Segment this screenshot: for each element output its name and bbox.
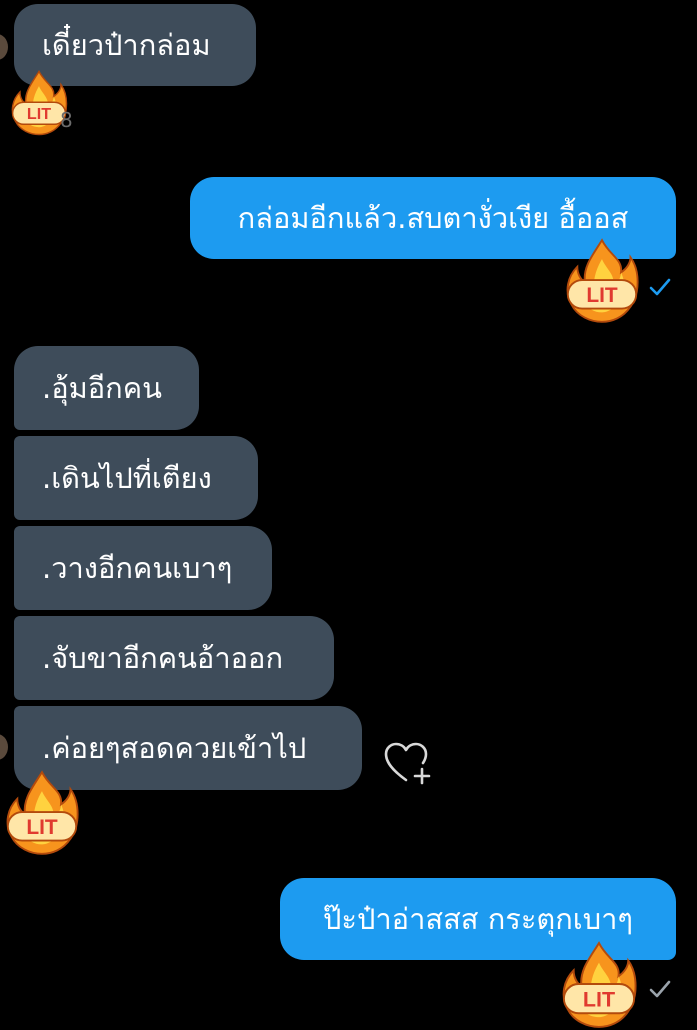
message-text: .วางอีกคนเบาๆ: [42, 550, 233, 585]
avatar[interactable]: [0, 734, 8, 760]
avatar[interactable]: [0, 34, 8, 60]
lit-fire-icon[interactable]: [564, 236, 640, 326]
lit-fire-icon[interactable]: [4, 768, 80, 858]
message-text: เดี๋ยวป๋ากล่อม: [42, 27, 211, 62]
message-text: .จับขาอีกคนอ้าออก: [42, 640, 284, 675]
message-text: ป๊ะป๋าอ่าสสส กระตุกเบาๆ: [323, 901, 633, 936]
heart-plus-icon[interactable]: [382, 740, 434, 786]
lit-fire-icon[interactable]: [560, 940, 638, 1030]
message-bubble-incoming[interactable]: .วางอีกคนเบาๆ: [14, 526, 272, 610]
message-text: .ค่อยๆสอดควยเข้าไป: [42, 730, 307, 765]
message-bubble-incoming[interactable]: .เดินไปที่เตียง: [14, 436, 258, 520]
check-icon: [649, 980, 671, 998]
message-bubble-incoming[interactable]: .จับขาอีกคนอ้าออก: [14, 616, 334, 700]
message-text: กล่อมอีกแล้ว.สบตางั่วเงีย อื้ออส: [237, 200, 629, 235]
check-icon: [649, 278, 671, 296]
message-bubble-incoming[interactable]: .อุ้มอีกคน: [14, 346, 199, 430]
reaction-count: 8: [60, 108, 73, 132]
message-text: .เดินไปที่เตียง: [42, 460, 212, 495]
message-text: .อุ้มอีกคน: [42, 370, 162, 405]
